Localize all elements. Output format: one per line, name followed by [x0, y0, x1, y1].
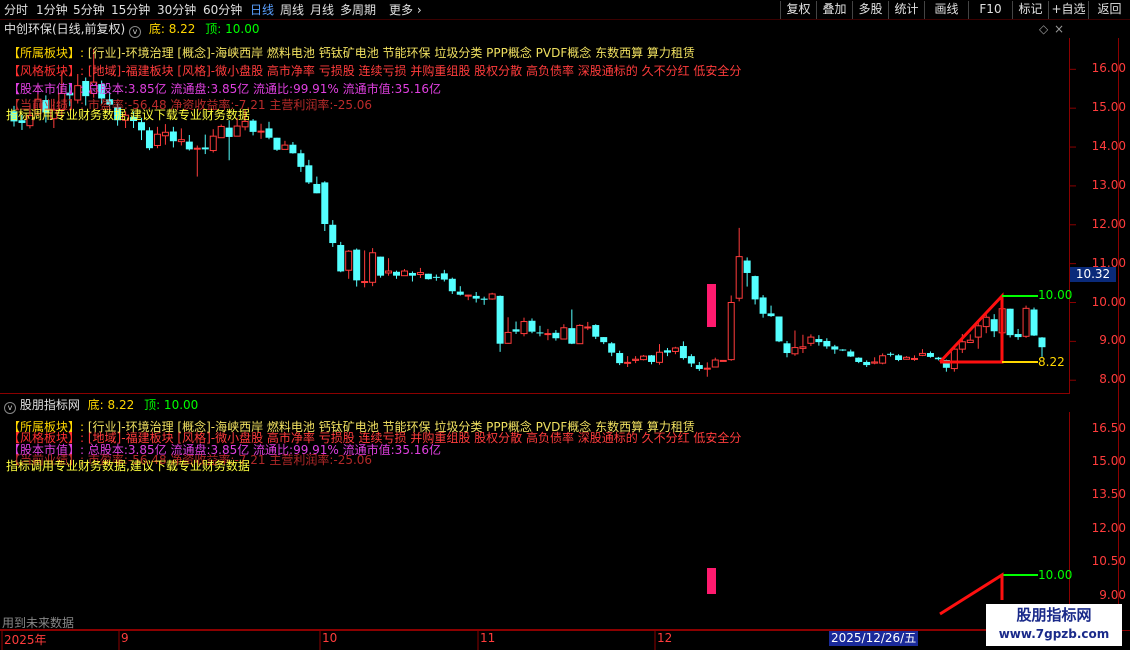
style-key: 【风格板块】: — [8, 64, 85, 78]
y-tick-label: 10.00 — [1091, 294, 1126, 309]
x-axis-label: 10 — [322, 631, 338, 645]
sub-y-tick-label: 9.00 — [1099, 587, 1126, 602]
watermark-badge: 股朋指标网 www.7gpzb.com — [986, 604, 1122, 646]
high-label: 顶: 10.00 — [205, 22, 260, 36]
close-icon[interactable]: × — [1054, 21, 1064, 37]
toolbar: 分时 1分钟 5分钟 15分钟 30分钟 60分钟 日线 周线 月线 多周期 更… — [0, 0, 1130, 20]
x-axis-label: 12 — [657, 631, 673, 645]
y-tick-label: 8.00 — [1099, 372, 1126, 387]
chevron-right-icon: › — [413, 3, 422, 17]
sub-data-notice: 指标调用专业财务数据,建议下载专业财务数据 — [6, 459, 250, 473]
info-sector-row: 【所属板块】: [行业]-环境治理 [概念]-海峡西岸 燃料电池 钙钛矿电池 节… — [8, 45, 695, 62]
period-tab-fenshi[interactable]: 分时 — [4, 2, 28, 18]
main-title: 中创环保(日线,前复权) v 底: 8.22 顶: 10.00 — [4, 22, 260, 38]
watermark-name: 股朋指标网 — [1016, 606, 1092, 624]
sub-y-tick-label: 12.00 — [1091, 520, 1126, 535]
period-tab-30min[interactable]: 30分钟 — [157, 2, 196, 18]
sub-high-label: 顶: 10.00 — [144, 398, 199, 412]
diamond-icon[interactable]: ◇ — [1039, 21, 1048, 37]
sub-low-label: 底: 8.22 — [87, 398, 135, 412]
period-tab-60min[interactable]: 60分钟 — [203, 2, 242, 18]
right-sidebar-strip — [1120, 40, 1130, 390]
sub-title: v 股朋指标网 底: 8.22 顶: 10.00 — [4, 397, 199, 414]
period-tab-5min[interactable]: 5分钟 — [73, 2, 105, 18]
button-back[interactable]: 返回 — [1088, 1, 1130, 19]
period-tab-1min[interactable]: 1分钟 — [36, 2, 68, 18]
period-tab-15min[interactable]: 15分钟 — [111, 2, 150, 18]
cap-key: 【股本市值】: — [8, 82, 85, 96]
y-tick-label: 12.00 — [1091, 216, 1126, 231]
button-add-watchlist[interactable]: +自选 — [1048, 1, 1088, 19]
button-biaoji[interactable]: 标记 — [1012, 1, 1048, 19]
y-tick-label: 14.00 — [1091, 139, 1126, 154]
sub-y-tick-label: 13.50 — [1091, 487, 1126, 502]
period-tab-daily[interactable]: 日线 — [250, 2, 274, 18]
x-axis-label: 2025年 — [4, 633, 47, 647]
time-axis-line — [0, 630, 1130, 631]
period-tab-multi[interactable]: 多周期 — [340, 2, 376, 18]
period-tab-monthly[interactable]: 月线 — [310, 2, 334, 18]
watermark-url: www.7gpzb.com — [998, 627, 1110, 641]
period-tab-weekly[interactable]: 周线 — [280, 2, 304, 18]
sub-marker-high-label: 10.00 — [1038, 568, 1073, 582]
period-tab-more[interactable]: 更多 › — [389, 2, 422, 18]
y-tick-label: 13.00 — [1091, 177, 1126, 192]
marker-low-label: 8.22 — [1038, 355, 1065, 369]
current-price-tag: 10.32 — [1070, 267, 1116, 282]
button-f10[interactable]: F10 — [968, 1, 1012, 19]
sub-y-tick-label: 16.50 — [1091, 420, 1126, 435]
cap-value: 总股本:3.85亿 流通盘:3.85亿 流通比:99.91% 流通市值:35.1… — [87, 82, 442, 96]
sector-key: 【所属板块】: — [8, 46, 85, 60]
button-huaxian[interactable]: 画线 — [924, 1, 968, 19]
button-fuquan[interactable]: 复权 — [780, 1, 816, 19]
y-tick-label: 9.00 — [1099, 333, 1126, 348]
dropdown-icon[interactable]: v — [129, 26, 142, 38]
y-tick-label: 15.00 — [1091, 100, 1126, 115]
future-data-notice: 用到未来数据 — [2, 616, 75, 630]
date-cursor-label: 2025/12/26/五 — [829, 631, 919, 646]
button-duogu[interactable]: 多股 — [852, 1, 888, 19]
info-cap-row: 【股本市值】: 总股本:3.85亿 流通盘:3.85亿 流通比:99.91% 流… — [8, 81, 441, 98]
sub-y-tick-label: 15.00 — [1091, 454, 1126, 469]
low-label: 底: 8.22 — [148, 22, 196, 36]
y-tick-label: 16.00 — [1091, 61, 1126, 76]
style-value: [地域]-福建板块 [风格]-微小盘股 高市净率 亏损股 连续亏损 并购重组股 … — [87, 64, 742, 78]
x-axis-label: 9 — [121, 631, 129, 645]
x-axis-label: 11 — [480, 631, 496, 645]
button-tongji[interactable]: 统计 — [888, 1, 924, 19]
button-diejia[interactable]: 叠加 — [816, 1, 852, 19]
data-notice: 指标调用专业财务数据,建议下载专业财务数据 — [6, 108, 250, 122]
marker-high-label: 10.00 — [1038, 288, 1073, 302]
sector-value: [行业]-环境治理 [概念]-海峡西岸 燃料电池 钙钛矿电池 节能环保 垃圾分类… — [87, 46, 695, 60]
info-style-row: 【风格板块】: [地域]-福建板块 [风格]-微小盘股 高市净率 亏损股 连续亏… — [8, 63, 741, 80]
sub-y-tick-label: 10.50 — [1091, 554, 1126, 569]
